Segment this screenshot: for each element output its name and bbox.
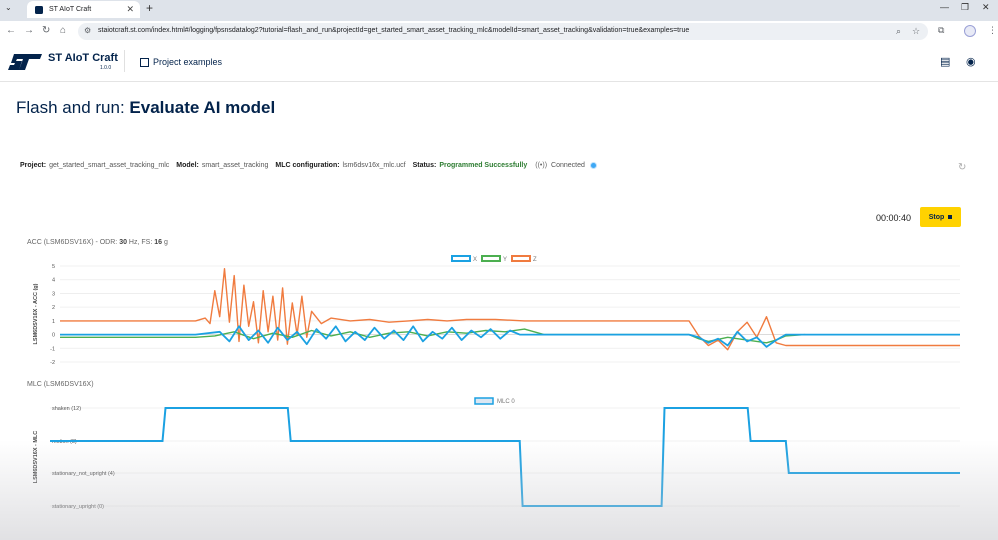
account-icon[interactable]: ◉ [966,55,976,68]
project-info-row: Project: get_started_smart_asset_trackin… [20,162,597,169]
app-header: ST AIoT Craft 1.0.0 Project examples ▤ ◉ [0,42,998,82]
acc-chart: X Y Z 5 4 3 2 1 0 -1 -2 LSM6DSV16X - ACC (g) [33,255,960,366]
mlc-legend-swatch [474,397,494,405]
acc-title-pre: ACC (LSM6DSV16X) - ODR: [27,239,120,246]
status-value: Programmed Successfully [439,162,528,169]
model-value: smart_asset_tracking [201,162,269,169]
mlc-category-label: stationary_not_upright (4) [52,471,115,477]
acc-ytick-label: -2 [50,360,55,366]
stop-button-label: Stop [928,213,945,221]
tab-close-icon[interactable]: ✕ [126,4,134,15]
mlc-series-line [50,407,960,507]
acc-title-mid: Hz, FS: [126,239,155,246]
site-info-icon[interactable]: ⚙ [84,26,91,35]
zoom-icon[interactable]: ⌕ [896,26,901,37]
status-label: Status: [412,162,437,169]
mlc-config-value: lsm6dsv16x_mlc.ucf [342,162,406,169]
profile-avatar[interactable] [964,25,976,37]
mlc-ylabel: LSM6DSV16X - MLC [33,431,39,484]
stop-square-icon [948,215,953,219]
project-examples-link[interactable]: Project examples [140,57,222,67]
acc-legend-swatch-x [451,255,471,262]
acc-series-line-x [60,325,960,348]
mlc-config-label: MLC configuration: [275,162,340,169]
new-tab-icon[interactable]: + [146,1,153,15]
browser-menu-icon[interactable]: ⋮ [988,25,997,36]
forward-icon[interactable]: → [24,25,34,36]
restore-icon[interactable]: ❐ [961,2,969,13]
acc-fs: 16 [154,239,163,246]
mlc-chart-title: MLC (LSM6DSV16X) [27,381,94,388]
mlc-chart: MLC 0shaken (12)motion (8)stationary_not… [33,397,960,510]
document-icon[interactable]: ▤ [940,55,950,68]
acc-ytick-label: 5 [52,264,55,270]
page-title: Flash and run: Evaluate AI model [16,98,275,118]
acc-legend-label-z: Z [533,257,537,263]
acc-title-unit: g [162,239,168,246]
tab-search-icon[interactable]: ⌄ [5,3,12,12]
connection-dot [589,162,597,169]
st-favicon-icon [35,5,43,14]
minimize-icon[interactable]: — [940,2,949,12]
acc-ytick-label: 1 [52,319,55,325]
acc-legend-label-x: X [473,257,477,263]
model-label: Model: [176,162,199,169]
home-icon[interactable]: ⌂ [60,25,66,36]
url-text[interactable]: staiotcraft.st.com/index.html#/logging/f… [98,27,689,34]
brand-version: 1.0.0 [100,65,112,71]
acc-ytick-label: 2 [52,305,55,311]
brand-name: ST AIoT Craft [48,52,118,64]
project-label: Project: [20,162,47,169]
tab-title: ST AIoT Craft [49,6,92,13]
mlc-category-label: shaken (12) [52,406,81,412]
acc-ytick-label: 4 [52,278,55,284]
refresh-icon[interactable]: ↻ [958,162,966,173]
acc-ytick-label: -1 [50,346,55,352]
window-close-icon[interactable]: ✕ [982,2,990,13]
acc-chart-title: ACC (LSM6DSV16X) - ODR: 30 Hz, FS: 16 g [27,239,168,246]
bookmark-star-icon[interactable]: ☆ [912,26,920,37]
grid-icon [140,57,149,67]
acc-ytick-label: 3 [52,291,55,297]
elapsed-timer: 00:00:40 [876,213,912,223]
acc-odr: 30 [119,239,127,246]
browser-chrome: ⌄ ST AIoT Craft ✕ + — ❐ ✕ ← → ↻ ⌂ ⚙ stai… [0,0,998,42]
browser-toolbar: ← → ↻ ⌂ ⚙ staiotcraft.st.com/index.html#… [0,21,998,42]
project-examples-label: Project examples [153,57,223,67]
mlc-category-label: stationary_upright (0) [52,504,104,510]
acc-ylabel: LSM6DSV16X - ACC (g) [33,283,39,344]
address-bar[interactable]: ⚙ staiotcraft.st.com/index.html#/logging… [78,23,928,40]
header-divider [124,50,125,72]
tab-strip: ⌄ ST AIoT Craft ✕ + — ❐ ✕ [0,0,998,18]
back-icon[interactable]: ← [6,25,16,36]
mlc-legend-label: MLC 0 [497,399,515,405]
stop-button[interactable]: Stop [920,207,961,227]
acc-legend-label-y: Y [503,257,507,263]
project-value: get_started_smart_asset_tracking_mlc [49,162,170,169]
reload-icon[interactable]: ↻ [42,25,50,36]
broadcast-icon: ((•)) [535,162,548,169]
extensions-icon[interactable]: ⧉ [938,25,944,36]
st-logo-icon [8,54,42,70]
browser-tab[interactable]: ST AIoT Craft ✕ [27,1,140,18]
acc-ytick-label: 0 [52,333,55,339]
acc-legend-swatch-z [511,255,531,262]
page-title-prefix: Flash and run: [16,98,130,117]
page-title-main: Evaluate AI model [129,98,276,117]
connection-status: Connected [551,162,585,169]
acc-legend-swatch-y [481,255,501,262]
